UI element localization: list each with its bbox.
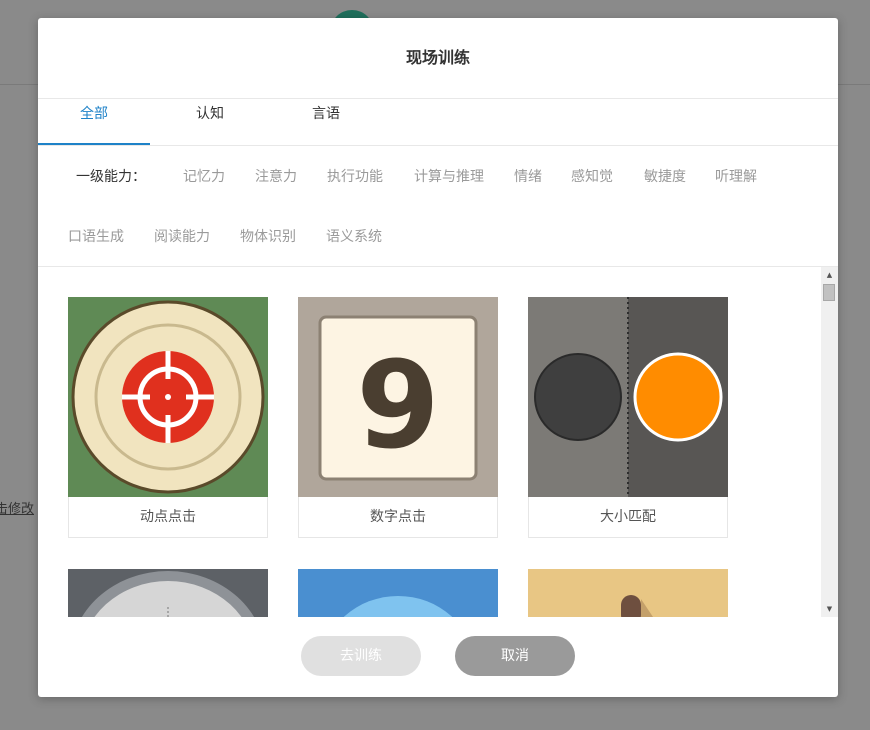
filter-executive-function[interactable]: 执行功能 — [327, 166, 383, 186]
filter-perception[interactable]: 感知觉 — [571, 166, 613, 186]
scroll-down-arrow-icon[interactable]: ▼ — [821, 601, 838, 617]
card-label: 动点点击 — [68, 497, 268, 538]
card-size-match[interactable]: 大小匹配 — [528, 297, 728, 538]
dial-icon — [68, 569, 268, 617]
filter-label: 一级能力： — [76, 169, 146, 185]
modal-title: 现场训练 — [38, 18, 838, 99]
tab-cognition[interactable]: 认知 — [154, 99, 266, 144]
finger-icon — [528, 569, 728, 617]
tab-speech[interactable]: 言语 — [270, 99, 382, 144]
card-partial-blue[interactable] — [298, 569, 498, 617]
scrollbar-thumb[interactable] — [823, 284, 835, 301]
filter-oral-generation[interactable]: 口语生成 — [68, 226, 124, 246]
background-link: 点击修改 — [0, 502, 35, 517]
filter-object-recognition[interactable]: 物体识别 — [240, 226, 296, 246]
go-train-button[interactable]: 去训练 — [301, 636, 421, 676]
scroll-up-arrow-icon[interactable]: ▲ — [821, 267, 838, 283]
card-partial-tan[interactable] — [528, 569, 728, 617]
card-number-click[interactable]: 9 数字点击 — [298, 297, 498, 538]
filter-reading[interactable]: 阅读能力 — [154, 226, 210, 246]
filter-semantic-system[interactable]: 语义系统 — [326, 226, 382, 246]
bubble-icon — [298, 569, 498, 617]
ability-filters: 一级能力： 记忆力 注意力 执行功能 计算与推理 情绪 感知觉 敏捷度 听理解 … — [38, 146, 838, 267]
size-match-icon — [528, 297, 728, 497]
card-label: 数字点击 — [298, 497, 498, 538]
filter-calculation-reasoning[interactable]: 计算与推理 — [414, 166, 484, 186]
scrollbar[interactable]: ▲ ▼ — [821, 267, 838, 617]
svg-text:9: 9 — [356, 337, 440, 476]
number-tile-icon: 9 — [298, 297, 498, 497]
cancel-button[interactable]: 取消 — [455, 636, 575, 676]
category-tabs: 全部 认知 言语 — [38, 99, 838, 146]
training-modal: 现场训练 全部 认知 言语 一级能力： 记忆力 注意力 执行功能 计算与推理 情… — [38, 18, 838, 697]
filter-attention[interactable]: 注意力 — [255, 166, 297, 186]
tab-all[interactable]: 全部 — [38, 99, 150, 145]
training-grid: 动点点击 9 数字点击 大小匹配 — [38, 267, 821, 617]
card-label: 大小匹配 — [528, 497, 728, 538]
card-moving-click[interactable]: 动点点击 — [68, 297, 268, 538]
filter-listening[interactable]: 听理解 — [715, 166, 757, 186]
target-icon — [68, 297, 268, 497]
filter-agility[interactable]: 敏捷度 — [644, 166, 686, 186]
card-partial-dial[interactable] — [68, 569, 268, 617]
filter-memory[interactable]: 记忆力 — [183, 166, 225, 186]
filter-emotion[interactable]: 情绪 — [514, 166, 542, 186]
